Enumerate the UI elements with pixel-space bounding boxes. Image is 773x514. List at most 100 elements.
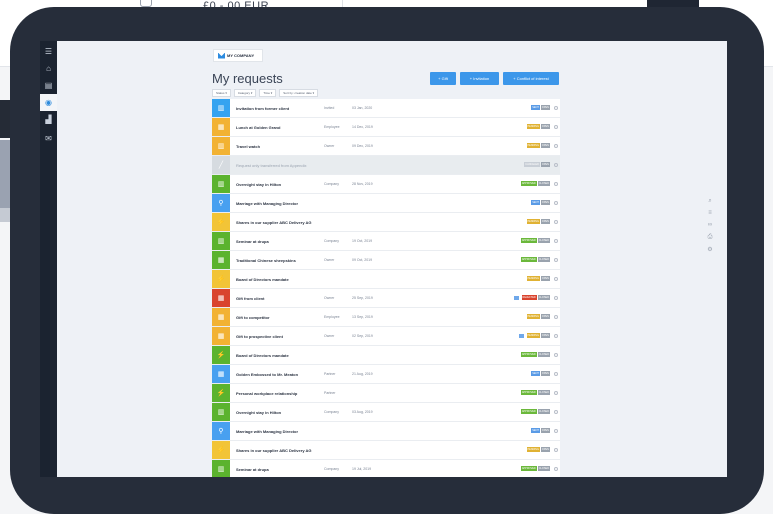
- state-badge: OPEN: [540, 124, 550, 129]
- request-title: Lunch at Golden Grand: [236, 124, 281, 130]
- menu-icon[interactable]: ☰: [40, 43, 57, 60]
- request-row[interactable]: ▦ Gift to competitor Employee 13 Sep, 2019 P…: [212, 308, 560, 327]
- request-person: Company: [324, 467, 339, 471]
- row-options-icon[interactable]: [554, 182, 558, 186]
- settings-icon[interactable]: ⚙: [705, 244, 715, 254]
- request-row[interactable]: ▦ Gift from client Owner 25 Sep, 2019 REJECT…: [212, 289, 560, 308]
- calendar-icon: ▦: [212, 365, 230, 383]
- gift-icon: ▥: [212, 460, 230, 477]
- request-person: Invited: [324, 106, 335, 110]
- status-badges: PENDING OPEN: [526, 314, 550, 319]
- status-badges: REJECTED CLOSED: [513, 295, 550, 300]
- request-person: Company: [324, 239, 339, 243]
- category-filter[interactable]: Category ▾: [233, 89, 257, 97]
- calendar-icon: ▦: [212, 308, 230, 326]
- home-icon[interactable]: ⌂: [40, 60, 57, 77]
- disabled-icon: ╱: [212, 156, 230, 174]
- request-row[interactable]: ⚡ Board of Directors mandate PENDING OPEN: [212, 270, 560, 289]
- row-options-icon[interactable]: [554, 144, 558, 148]
- company-logo[interactable]: MY COMPANY: [213, 49, 263, 62]
- row-options-icon[interactable]: [554, 467, 558, 471]
- row-options-icon[interactable]: [554, 410, 558, 414]
- state-badge: OPEN: [540, 276, 550, 281]
- request-row[interactable]: ▦ Traditional Chinese sheepskins Owner 09 O…: [212, 251, 560, 270]
- request-row[interactable]: ▥ Invitation from former client Invited 03 …: [212, 99, 560, 118]
- gift-icon: ▥: [212, 99, 230, 117]
- request-row[interactable]: ▦ Lunch at Golden Grand Employee 14 Dec, 20…: [212, 118, 560, 137]
- search-icon[interactable]: ⌕: [705, 196, 715, 206]
- request-row[interactable]: ⚡ Shares in our supplier ABC Delivery AG P…: [212, 213, 560, 232]
- status-badge: APPROVED: [520, 238, 537, 243]
- request-row[interactable]: ▥ Overnight stay in Hilton Company 28 Nov, …: [212, 175, 560, 194]
- cart-icon[interactable]: [140, 0, 152, 7]
- request-row[interactable]: ⚲ Marriage with Managing Director SENT OPEN: [212, 422, 560, 441]
- sort-filter[interactable]: Sort by: creation date ▾: [279, 89, 319, 97]
- request-row[interactable]: ▥ Travel watch Owner 09 Dec, 2019 PENDING OPE…: [212, 137, 560, 156]
- request-row[interactable]: ⚲ Marriage with Managing Director SENT OPEN: [212, 194, 560, 213]
- status-badge: PENDING: [526, 447, 540, 452]
- row-options-icon[interactable]: [554, 372, 558, 376]
- state-badge: OPEN: [540, 333, 550, 338]
- status-badges: PENDING OPEN: [518, 333, 550, 338]
- gift-icon: ▥: [212, 137, 230, 155]
- request-row[interactable]: ▥ Seminar at drupa Company 19 Oct, 2019 APPR…: [212, 232, 560, 251]
- request-title: Overnight stay in Hilton: [236, 409, 282, 415]
- request-date: 14 Dec, 2019: [352, 125, 373, 129]
- state-badge: OPEN: [540, 105, 550, 110]
- shares-icon: ⚡: [212, 270, 230, 288]
- request-row[interactable]: ▦ Golden Embossed to Mr. Meaton Partner 21 …: [212, 365, 560, 384]
- row-options-icon[interactable]: [554, 391, 558, 395]
- list-icon[interactable]: ≡: [705, 208, 715, 218]
- mail-icon[interactable]: ✉: [40, 130, 57, 147]
- request-title: Board of Directors mandate: [236, 276, 289, 282]
- row-options-icon[interactable]: [554, 106, 558, 110]
- row-options-icon[interactable]: [554, 220, 558, 224]
- request-person: Employee: [324, 125, 340, 129]
- request-row[interactable]: ▥ Overnight stay in Hilton Company 03 Aug, …: [212, 403, 560, 422]
- state-badge: CLOSED: [537, 390, 550, 395]
- request-title: Travel watch: [236, 143, 261, 149]
- state-badge: CLOSED: [537, 352, 550, 357]
- status-badges: CANCELED OPEN: [524, 162, 550, 167]
- row-options-icon[interactable]: [554, 201, 558, 205]
- print-icon[interactable]: ⎙: [705, 232, 715, 242]
- request-row[interactable]: ╱ Request only transferred from Appendix C…: [212, 156, 560, 175]
- comment-icon: [518, 333, 524, 338]
- row-options-icon[interactable]: [554, 296, 558, 300]
- add-conflict-button[interactable]: + Conflict of interest: [503, 72, 559, 85]
- link-icon[interactable]: ∞: [705, 220, 715, 230]
- request-row[interactable]: ▥ Seminar at drupa Company 19 Jul, 2019 APPR…: [212, 460, 560, 477]
- status-badge: PENDING: [526, 276, 540, 281]
- request-row[interactable]: ⚡ Shares in our supplier ABC Delivery AG P…: [212, 441, 560, 460]
- add-gift-button[interactable]: + Gift: [430, 72, 456, 85]
- request-title: Gift to prospective client: [236, 333, 283, 339]
- row-options-icon[interactable]: [554, 277, 558, 281]
- row-options-icon[interactable]: [554, 353, 558, 357]
- add-invitation-button[interactable]: + Invitation: [460, 72, 499, 85]
- request-person: Partner: [324, 372, 336, 376]
- request-row[interactable]: ⚡ Personal workplace relationship Partner A…: [212, 384, 560, 403]
- document-icon[interactable]: ▤: [40, 77, 57, 94]
- request-row[interactable]: ▦ Gift to prospective client Owner 02 Sep, …: [212, 327, 560, 346]
- requests-icon[interactable]: ◉: [40, 94, 57, 111]
- row-options-icon[interactable]: [554, 239, 558, 243]
- request-date: 21 Aug, 2019: [352, 372, 373, 376]
- state-badge: OPEN: [540, 200, 550, 205]
- status-filter[interactable]: Status ▾: [212, 89, 231, 97]
- request-row[interactable]: ⚡ Board of Directors mandate APPROVED CLOSE…: [212, 346, 560, 365]
- status-badge: SENT: [531, 200, 540, 205]
- request-person: Company: [324, 182, 339, 186]
- building-icon[interactable]: ▟: [40, 111, 57, 128]
- heart-icon: ⚲: [212, 422, 230, 440]
- time-filter[interactable]: Time ▾: [259, 89, 277, 97]
- row-options-icon[interactable]: [554, 125, 558, 129]
- status-badges: SENT OPEN: [531, 428, 550, 433]
- status-badges: APPROVED CLOSED: [520, 409, 550, 414]
- row-options-icon[interactable]: [554, 258, 558, 262]
- row-options-icon[interactable]: [554, 163, 558, 167]
- row-options-icon[interactable]: [554, 334, 558, 338]
- row-options-icon[interactable]: [554, 448, 558, 452]
- row-options-icon[interactable]: [554, 315, 558, 319]
- row-options-icon[interactable]: [554, 429, 558, 433]
- request-date: 02 Sep, 2019: [352, 334, 373, 338]
